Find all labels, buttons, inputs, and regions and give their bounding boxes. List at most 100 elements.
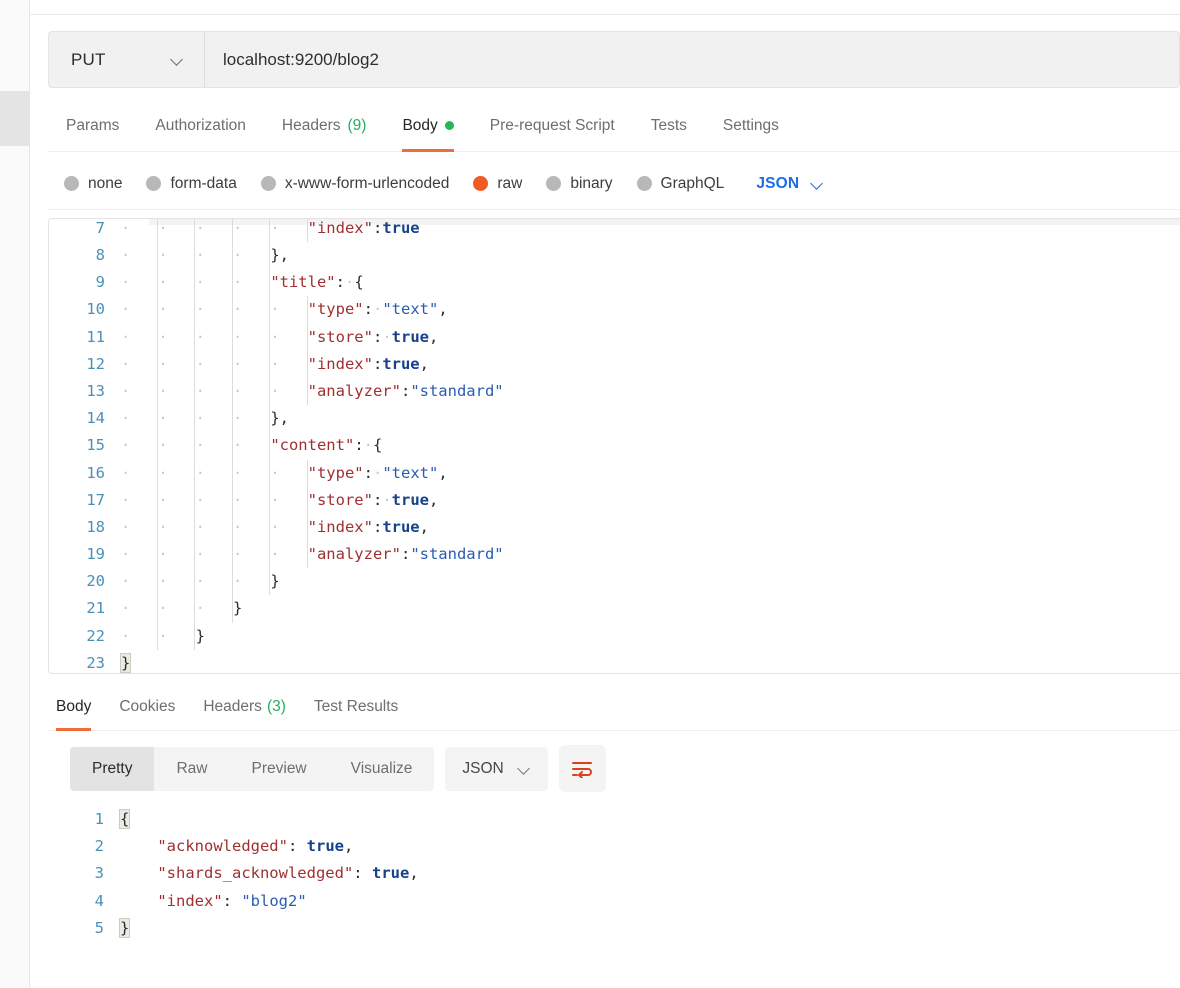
response-tab-cookies[interactable]: Cookies: [105, 684, 189, 731]
request-tab-body[interactable]: Body: [384, 100, 471, 152]
postman-window: PUT localhost:9200/blog2 Params Authoriza…: [0, 0, 1180, 988]
code-line: 12 · · · · · "index":true,: [49, 350, 1180, 378]
code-token: }: [118, 917, 131, 938]
code-token: :: [372, 218, 383, 237]
body-type-radio-form-data[interactable]: form-data: [146, 175, 237, 193]
code-line: 10 · · · · · "type":·"text",: [49, 296, 1180, 324]
request-tab-pre-request-script[interactable]: Pre-request Script: [472, 100, 633, 152]
code-token: true: [371, 864, 410, 883]
response-code-content: 1{2 "acknowledged": true, 3 "shards_ackno…: [48, 806, 1180, 942]
code-token: ·: [372, 300, 383, 319]
raw-format-select[interactable]: JSON: [756, 175, 824, 193]
code-text: }: [119, 650, 1180, 673]
code-text: · · · · "title":·{: [121, 269, 1180, 297]
code-token: :: [400, 545, 411, 564]
http-method-select[interactable]: PUT: [49, 32, 205, 87]
response-tab-headers[interactable]: Headers (3): [189, 684, 300, 731]
code-token: :: [222, 891, 232, 910]
response-format-select[interactable]: JSON: [445, 746, 548, 791]
sidebar-toggle-handle[interactable]: [0, 91, 29, 146]
code-token: · · · · ·: [121, 218, 308, 237]
code-line: 8 · · · · },: [49, 242, 1180, 270]
radio-icon: [64, 176, 79, 191]
view-mode-preview[interactable]: Preview: [230, 747, 329, 791]
request-tab-authorization[interactable]: Authorization: [137, 100, 263, 152]
main-panel: PUT localhost:9200/blog2 Params Authoriza…: [30, 0, 1180, 988]
line-number: 13: [86, 381, 105, 400]
code-token: true: [382, 517, 420, 536]
indent-guides: [121, 595, 1180, 623]
code-token: true: [306, 837, 344, 856]
line-number: 5: [94, 918, 104, 937]
code-text: {: [118, 806, 1180, 833]
body-type-radio-graphql[interactable]: GraphQL: [636, 175, 724, 193]
code-token: "index": [307, 218, 373, 237]
code-text: · · · · · "index":true,: [121, 350, 1180, 378]
request-url-bar: PUT localhost:9200/blog2: [48, 31, 1180, 88]
code-token: :: [372, 327, 383, 346]
view-mode-pretty[interactable]: Pretty: [70, 746, 155, 791]
request-url-input[interactable]: localhost:9200/blog2: [205, 32, 1179, 87]
tab-label: Tests: [650, 116, 687, 134]
response-tab-test-results[interactable]: Test Results: [300, 684, 412, 731]
code-token: · · · · ·: [121, 545, 308, 564]
line-number: 18: [86, 517, 105, 536]
body-type-radio-raw[interactable]: raw: [473, 175, 522, 193]
line-number: 22: [86, 626, 105, 645]
response-tab-body[interactable]: Body: [48, 684, 105, 731]
code-token: "type": [307, 300, 364, 319]
code-token: · · · ·: [121, 246, 271, 264]
view-mode-visualize[interactable]: Visualize: [329, 747, 435, 791]
word-wrap-icon: [572, 761, 593, 778]
code-text: · · · · "content":·{: [121, 432, 1180, 460]
word-wrap-button[interactable]: [558, 745, 606, 792]
request-tab-params[interactable]: Params: [48, 100, 137, 152]
line-number: 21: [86, 599, 105, 618]
code-text: · · · · }: [121, 568, 1180, 596]
line-number: 17: [86, 490, 105, 509]
request-tab-tests[interactable]: Tests: [633, 100, 705, 152]
body-type-radio-binary[interactable]: binary: [546, 175, 613, 193]
code-token: ·: [344, 273, 355, 292]
chevron-down-icon: [518, 762, 531, 775]
code-text: "acknowledged": true,: [120, 833, 1180, 860]
code-token: ·: [363, 436, 373, 455]
request-tab-headers[interactable]: Headers (9): [264, 100, 385, 152]
code-token: }: [270, 572, 280, 591]
request-code-content[interactable]: 7 · · · · · "index":true 8 · · · · }, 9 · · ·…: [49, 218, 1180, 673]
line-number: 10: [86, 300, 105, 319]
green-dot-icon: [444, 121, 454, 130]
code-token: {: [354, 273, 364, 292]
collapsed-sidebar-gutter: [0, 0, 30, 988]
code-token: true: [382, 354, 420, 373]
line-number: 12: [86, 354, 105, 373]
body-type-radio-none[interactable]: none: [64, 175, 122, 193]
code-token: "index": [307, 517, 373, 536]
body-type-radio-x-www-form-urlencoded[interactable]: x-www-form-urlencoded: [260, 175, 449, 193]
radio-icon: [546, 176, 562, 191]
code-token: ·: [382, 327, 392, 346]
request-url-value: localhost:9200/blog2: [223, 49, 379, 69]
code-token: "title": [270, 273, 336, 292]
code-text: · · · }: [121, 595, 1180, 623]
line-number: 3: [94, 864, 104, 883]
code-line: 4 "index": "blog2": [48, 888, 1180, 915]
code-line: 3 "shards_acknowledged": true,: [48, 860, 1180, 887]
code-line: 1{: [48, 806, 1180, 833]
view-mode-raw[interactable]: Raw: [154, 747, 229, 791]
line-number: 14: [86, 409, 105, 428]
code-token: :: [400, 381, 411, 400]
code-text: "shards_acknowledged": true,: [120, 860, 1180, 887]
code-token: {: [118, 809, 131, 829]
response-body-viewer[interactable]: 1{2 "acknowledged": true, 3 "shards_ackno…: [48, 806, 1180, 956]
code-token: ·: [372, 463, 383, 482]
response-format-label: JSON: [462, 759, 504, 777]
code-token: :: [372, 517, 383, 536]
code-token: "index": [157, 891, 223, 910]
request-body-editor[interactable]: 7 · · · · · "index":true 8 · · · · }, 9 · · ·…: [48, 218, 1180, 674]
request-tab-settings[interactable]: Settings: [705, 100, 797, 152]
body-type-row: none form-data x-www-form-urlencoded raw bin…: [48, 158, 1180, 210]
